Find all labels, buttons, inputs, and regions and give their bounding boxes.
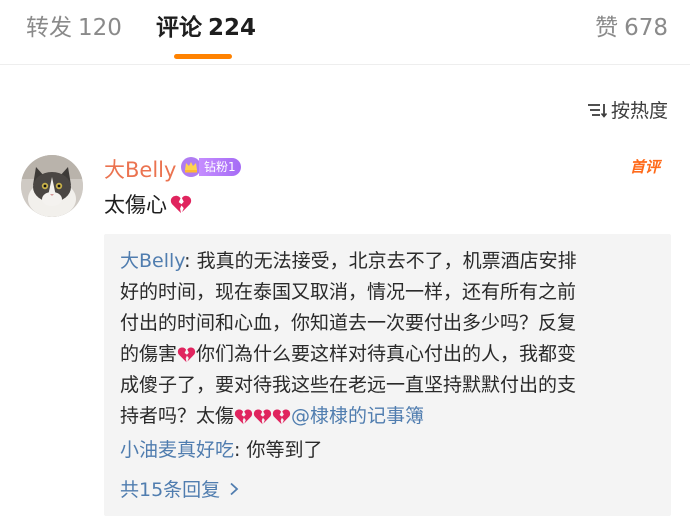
reply-mention-link[interactable]: @棣棣的记事簿 (291, 405, 424, 427)
fan-badge[interactable]: 钻粉1 (180, 156, 241, 178)
replies-box: 大Belly: 我真的无法接受，北京去不了，机票酒店安排 好的时间，现在泰国又取… (104, 234, 671, 516)
reply-line-6: 持者吗？太傷 @棣棣的记事簿 (120, 401, 660, 432)
broken-heart-icon (170, 195, 192, 214)
reply-text-line-4b: 你们為什么要这样对待真心付出的人，我都变 (196, 343, 577, 365)
reply-text-line-6: 持者吗？太傷 (120, 405, 235, 427)
reply-text-line-2: 好的时间，现在泰国又取消，情况一样，还有所有之前 (120, 281, 577, 303)
reply-text: 你等到了 (246, 439, 323, 461)
broken-heart-icon (177, 347, 196, 363)
cat-avatar-image (21, 155, 83, 217)
reply-line-1: 大Belly: 我真的无法接受，北京去不了，机票酒店安排 (120, 250, 577, 272)
comment-body: 太傷心 (104, 189, 192, 219)
chevron-right-icon (230, 482, 239, 495)
tab-likes[interactable]: 赞 678 (595, 12, 668, 44)
reply-text-line-5: 成傻子了，要对待我这些在老远一直坚持默默付出的支 (120, 374, 577, 396)
view-all-replies-label: 共15条回复 (120, 479, 221, 501)
reply-author[interactable]: 小油麦真好吃 (120, 439, 234, 461)
reply-item: 小油麦真好吃: 你等到了 (120, 439, 323, 461)
broken-heart-icon (253, 409, 272, 425)
tab-repost[interactable]: 转发 120 (26, 12, 122, 44)
reply-text-line-3: 付出的时间和心血，你知道去一次要付出多少吗？反复 (120, 312, 577, 334)
avatar[interactable] (21, 155, 83, 217)
reply-text-line-1: 我真的无法接受，北京去不了，机票酒店安排 (196, 250, 577, 272)
broken-heart-icon (234, 409, 253, 425)
tab-comments-label: 评论 (156, 15, 202, 41)
broken-heart-icon (272, 409, 291, 425)
tab-comments-count: 224 (208, 15, 257, 41)
tab-likes-label: 赞 (595, 15, 619, 41)
tab-comments[interactable]: 评论 224 (156, 12, 256, 44)
reply-item: 大Belly: 我真的无法接受，北京去不了，机票酒店安排 好的时间，现在泰国又取… (120, 246, 660, 432)
reply-line-4: 的傷害 你们為什么要这样对待真心付出的人，我都变 (120, 339, 660, 370)
tabs-divider (0, 64, 690, 65)
comment-username[interactable]: 大Belly (104, 154, 176, 184)
active-tab-indicator (174, 54, 232, 59)
fan-badge-label: 钻粉1 (199, 158, 241, 176)
sort-by-hot-button[interactable]: 按热度 (587, 96, 668, 123)
comment-text: 太傷心 (104, 193, 167, 217)
first-comment-tag: 首评 (629, 158, 660, 176)
tab-repost-label: 转发 (26, 15, 72, 41)
tab-repost-count: 120 (78, 15, 122, 41)
reply-text-line-4a: 的傷害 (120, 343, 178, 365)
view-all-replies-link[interactable]: 共15条回复 (120, 475, 240, 502)
sort-label: 按热度 (610, 100, 668, 122)
tab-bar: 转发 120 评论 224 赞 678 (0, 0, 690, 65)
sort-icon (587, 103, 607, 118)
reply-author[interactable]: 大Belly (120, 250, 184, 272)
tab-likes-count: 678 (624, 15, 668, 41)
